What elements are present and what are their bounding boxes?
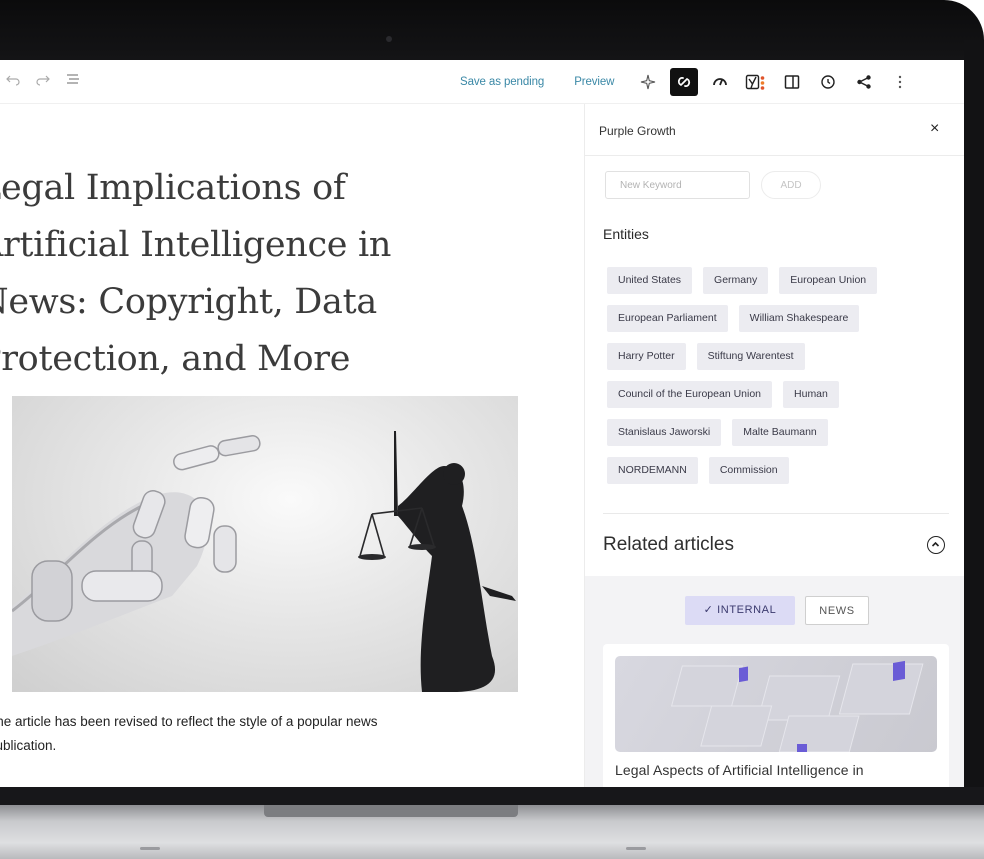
image-caption[interactable]: The article has been revised to reflect …	[0, 710, 458, 758]
more-options-icon[interactable]	[886, 68, 914, 96]
entity-chip[interactable]: Germany	[703, 267, 769, 294]
post-title-line: Artificial Intelligence in	[0, 225, 392, 265]
entity-chip[interactable]: European Union	[779, 267, 878, 294]
post-title[interactable]: Legal Implications of Artificial Intelli…	[0, 160, 438, 388]
undo-icon[interactable]	[6, 72, 20, 91]
entity-chip[interactable]: Human	[783, 381, 839, 408]
robot-hand-and-justice-statue-illustration	[12, 431, 516, 692]
entity-chip[interactable]: Commission	[708, 457, 789, 484]
laptop-base	[0, 805, 984, 859]
entity-chip[interactable]: Council of the European Union	[607, 381, 773, 408]
tab-internal[interactable]: ✓ INTERNAL	[685, 596, 795, 625]
entities-list: United States Germany European Union Eur…	[607, 267, 937, 495]
new-keyword-input[interactable]	[605, 171, 750, 199]
laptop-foot	[626, 847, 646, 850]
share-icon[interactable]	[850, 68, 878, 96]
toolbar-left-group	[6, 72, 80, 91]
save-as-pending-button[interactable]: Save as pending	[460, 76, 544, 88]
link-icon[interactable]	[670, 68, 699, 96]
article-thumbnail	[615, 656, 937, 752]
entity-chip[interactable]: Malte Baumann	[732, 419, 828, 446]
laptop-foot	[140, 847, 160, 850]
webcam	[386, 36, 392, 42]
entity-row: Council of the European Union Human	[607, 381, 937, 408]
laptop-right-bezel	[964, 40, 984, 800]
close-icon[interactable]: ×	[930, 120, 939, 138]
clock-icon[interactable]	[814, 68, 842, 96]
editor-canvas: Legal Implications of Artificial Intelli…	[0, 104, 584, 787]
chevron-up-icon[interactable]	[927, 536, 945, 554]
related-articles-panel: ✓ INTERNAL NEWS Legal Aspects of Artific…	[585, 576, 964, 787]
sidebar-header: Purple Growth ×	[585, 104, 964, 156]
featured-image[interactable]	[12, 396, 518, 692]
caption-line: The article has been revised to reflect …	[0, 714, 378, 729]
add-keyword-button[interactable]: ADD	[761, 171, 821, 199]
post-title-line: News: Copyright, Data	[0, 282, 377, 322]
abstract-thumbnail-art	[670, 660, 924, 752]
entity-chip[interactable]: Harry Potter	[607, 343, 686, 370]
related-article-card[interactable]: Legal Aspects of Artificial Intelligence…	[603, 644, 949, 787]
entity-chip[interactable]: NORDEMANN	[607, 457, 698, 484]
editor-toolbar: Save as pending Preview	[0, 60, 964, 104]
entity-row: Harry Potter Stiftung Warentest	[607, 343, 937, 370]
entity-chip[interactable]: Stiftung Warentest	[696, 343, 805, 370]
entities-heading: Entities	[603, 226, 649, 242]
related-article-title: Legal Aspects of Artificial Intelligence…	[615, 762, 864, 778]
post-title-line: Protection, and More	[0, 339, 351, 379]
entity-chip[interactable]: European Parliament	[607, 305, 728, 332]
preview-button[interactable]: Preview	[574, 76, 614, 88]
entity-row: United States Germany European Union	[607, 267, 937, 294]
entity-row: European Parliament William Shakespeare	[607, 305, 937, 332]
purple-growth-sidebar: Purple Growth × ADD Entities United Stat…	[584, 104, 964, 787]
sparkle-icon[interactable]	[634, 68, 662, 96]
sidebar-title: Purple Growth	[599, 124, 676, 138]
caption-line: publication.	[0, 738, 57, 753]
entity-row: Stanislaus Jaworski Malte Baumann	[607, 419, 937, 446]
yoast-icon[interactable]	[742, 68, 770, 96]
redo-icon[interactable]	[36, 72, 50, 91]
entity-row: NORDEMANN Commission	[607, 457, 937, 484]
related-articles-heading: Related articles	[603, 534, 734, 555]
laptop-top-bezel	[0, 0, 984, 60]
entity-chip[interactable]: Stanislaus Jaworski	[607, 419, 722, 446]
toolbar-right-group: Save as pending Preview	[460, 68, 914, 96]
post-title-line: Legal Implications of	[0, 168, 346, 208]
sidebar-toggle-icon[interactable]	[778, 68, 806, 96]
section-divider	[603, 513, 949, 514]
entity-chip[interactable]: William Shakespeare	[738, 305, 860, 332]
entity-chip[interactable]: United States	[607, 267, 693, 294]
laptop-hinge	[264, 805, 518, 817]
gauge-icon[interactable]	[706, 68, 734, 96]
tab-news[interactable]: NEWS	[805, 596, 869, 625]
laptop-bottom-bezel	[0, 787, 984, 805]
list-view-icon[interactable]	[66, 72, 80, 91]
screen: Save as pending Preview Legal Implicatio…	[0, 60, 964, 787]
